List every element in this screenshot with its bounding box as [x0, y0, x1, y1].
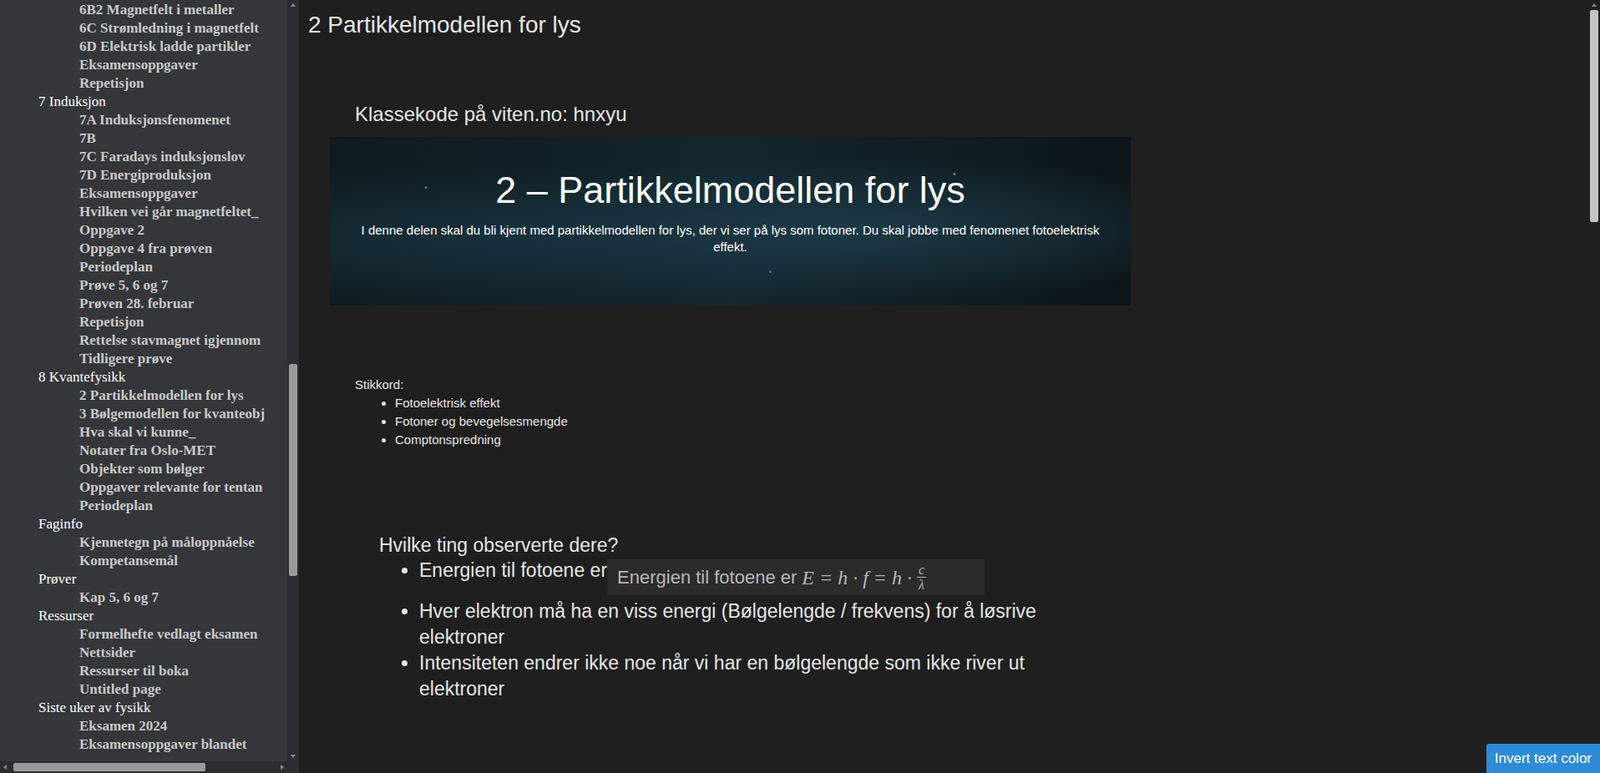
sidebar-item[interactable]: Eksamensoppgaver: [0, 55, 288, 75]
sidebar-item[interactable]: Oppgave 4 fra prøven: [0, 239, 288, 259]
sidebar-item[interactable]: 6C Strømledning i magnetfelt: [0, 19, 288, 38]
sidebar-item[interactable]: Oppgaver relevante for tentan: [0, 478, 288, 497]
sidebar-item[interactable]: Nettsider: [0, 643, 288, 663]
sidebar-item[interactable]: Repetisjon: [0, 313, 288, 332]
page-content: 2 Partikkelmodellen for lys Klassekode på…: [298, 0, 1600, 773]
sidebar: 6B2 Magnetfelt i metaller6C Strømledning…: [0, 0, 299, 773]
sidebar-item[interactable]: 2 Partikkelmodellen for lys: [0, 386, 288, 406]
sidebar-item[interactable]: Rettelse stavmagnet igjennom: [0, 331, 288, 350]
sidebar-item[interactable]: Hvilken vei går magnetfeltet_: [0, 202, 288, 222]
banner: 2 – Partikkelmodellen for lys I denne del…: [329, 136, 1131, 306]
nav-tree: 6B2 Magnetfelt i metaller6C Strømledning…: [0, 0, 288, 762]
sidebar-item[interactable]: Kap 5, 6 og 7: [0, 588, 288, 608]
sidebar-item[interactable]: Eksamensoppgaver: [0, 184, 288, 203]
class-code: Klassekode på viten.no: hnxyu: [354, 101, 1589, 127]
scroll-thumb[interactable]: [288, 364, 298, 577]
sidebar-item[interactable]: 7C Faradays induksjonslov: [0, 147, 288, 167]
keywords-label: Stikkord:: [354, 375, 1589, 395]
sidebar-item[interactable]: Periodeplan: [0, 496, 288, 516]
invert-text-color-button[interactable]: Invert text color: [1486, 744, 1600, 773]
observations: Hvilke ting observerte dere?Energien til…: [379, 532, 1589, 703]
sidebar-item[interactable]: Prøven 28. februar: [0, 294, 288, 314]
scroll-thumb[interactable]: [1589, 10, 1599, 223]
sidebar-item[interactable]: Hva skal vi kunne_: [0, 423, 288, 442]
sidebar-item[interactable]: 6B2 Magnetfelt i metaller: [0, 0, 288, 20]
formula-box: Energien til fotoene erE = h · f = h ·cλ: [607, 559, 985, 596]
sidebar-item[interactable]: 7D Energiproduksjon: [0, 166, 288, 185]
observation-item: Intensiteten endrer ikke noe når vi har …: [419, 650, 1054, 703]
sidebar-item[interactable]: Untitled page: [0, 680, 288, 699]
keyword-item: Fotoner og bevegelsesmengde: [394, 412, 1589, 431]
page-title: 2 Partikkelmodellen for lys: [308, 10, 1589, 41]
sidebar-item[interactable]: Repetisjon: [0, 74, 288, 93]
scroll-up-icon[interactable]: [287, 0, 299, 11]
scroll-down-icon[interactable]: [287, 751, 299, 762]
observation-item: Energien til fotoene erEnergien til foto…: [419, 557, 1054, 599]
sidebar-item[interactable]: 7 Induksjon: [0, 92, 288, 112]
sidebar-item[interactable]: Ressurser: [0, 607, 288, 626]
keywords: Stikkord:Fotoelektrisk effektFotoner og …: [354, 375, 1589, 450]
page-scrollbar[interactable]: [1588, 0, 1600, 773]
observations-heading: Hvilke ting observerte dere?: [379, 532, 1589, 558]
sidebar-item[interactable]: Eksamensoppgaver blandet: [0, 735, 288, 755]
sidebar-item[interactable]: Objekter som bølger: [0, 460, 288, 479]
sidebar-item[interactable]: Oppgave 2: [0, 221, 288, 240]
sidebar-item[interactable]: Kompetansemål: [0, 551, 288, 571]
sidebar-item[interactable]: 7B: [0, 129, 288, 148]
sidebar-scrollbar[interactable]: [287, 0, 299, 762]
sidebar-item[interactable]: Periodeplan: [0, 258, 288, 277]
scroll-thumb[interactable]: [13, 763, 206, 772]
sidebar-item[interactable]: 3 Bølgemodellen for kvanteobj: [0, 405, 288, 424]
sidebar-item[interactable]: 6D Elektrisk ladde partikler: [0, 37, 288, 56]
banner-title: 2 – Partikkelmodellen for lys: [495, 167, 966, 214]
sidebar-item[interactable]: Siste uker av fysikk: [0, 698, 288, 718]
scroll-up-icon[interactable]: [1588, 0, 1600, 11]
sidebar-item[interactable]: Kjennetegn på måloppnåelse: [0, 533, 288, 552]
sidebar-item[interactable]: Ressurser til boka: [0, 662, 288, 681]
sidebar-item[interactable]: Notater fra Oslo-MET: [0, 441, 288, 461]
sidebar-item[interactable]: 8 Kvantefysikk: [0, 368, 288, 387]
banner-subtitle: I denne delen skal du bli kjent med part…: [354, 222, 1107, 256]
sidebar-item[interactable]: Formelhefte vedlagt eksamen: [0, 625, 288, 644]
scroll-left-icon[interactable]: [0, 761, 11, 773]
keyword-item: Fotoelektrisk effekt: [394, 394, 1589, 413]
app: 6B2 Magnetfelt i metaller6C Strømledning…: [0, 0, 1600, 773]
sidebar-item[interactable]: Prøve 5, 6 og 7: [0, 276, 288, 295]
sidebar-item[interactable]: Tidligere prøve: [0, 349, 288, 369]
keyword-item: Comptonspredning: [394, 430, 1589, 450]
sidebar-item[interactable]: Prøver: [0, 570, 288, 589]
sidebar-item[interactable]: Faginfo: [0, 515, 288, 534]
scroll-right-icon[interactable]: [277, 761, 288, 773]
sidebar-item[interactable]: 7A Induksjonsfenomenet: [0, 111, 288, 130]
sidebar-hscrollbar[interactable]: [0, 761, 299, 773]
sidebar-item[interactable]: Eksamen 2024: [0, 717, 288, 736]
observation-item: Hver elektron må ha en viss energi (Bølg…: [419, 598, 1054, 651]
